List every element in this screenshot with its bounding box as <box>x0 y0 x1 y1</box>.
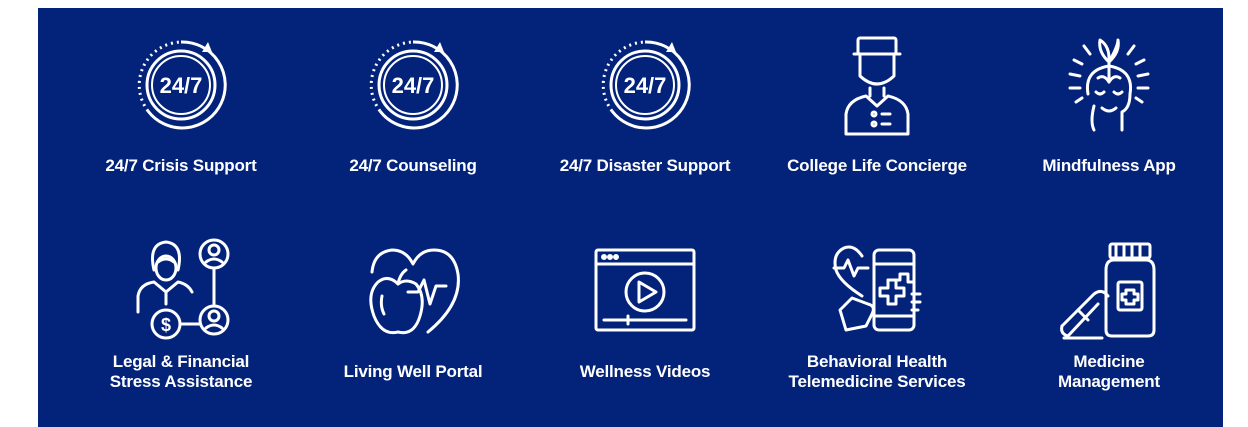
service-label: 24/7 Crisis Support <box>105 156 257 175</box>
badge-24-7: 24/7 <box>160 73 203 98</box>
service-label-line: Stress Assistance <box>109 372 253 391</box>
concierge-icon <box>822 30 932 140</box>
service-tile-crisis-support: 24/7 24/7 Crisis Support <box>68 30 294 176</box>
badge-24-7: 24/7 <box>624 73 667 98</box>
medicine-bottle-icon <box>1054 234 1164 344</box>
service-label-line: Telemedicine Services <box>788 372 966 391</box>
legal-financial-icon: $ <box>126 234 236 344</box>
service-tile-counseling: 24/7 24/7 Counseling <box>300 30 526 176</box>
service-label-line: Management <box>1058 372 1160 391</box>
service-label: Medicine Management <box>996 352 1222 392</box>
service-tile-medicine-management: Medicine Management <box>996 234 1222 392</box>
service-label: Mindfulness App <box>1042 156 1176 175</box>
service-tile-mindfulness-app: Mindfulness App <box>996 30 1222 176</box>
mindful-head-icon <box>1054 30 1164 140</box>
service-label: Legal & Financial Stress Assistance <box>68 352 294 392</box>
service-tile-wellness-videos: Wellness Videos <box>532 234 758 382</box>
service-tile-disaster-support: 24/7 24/7 Disaster Support <box>532 30 758 176</box>
service-tile-living-well-portal: Living Well Portal <box>300 234 526 382</box>
video-player-icon <box>590 234 700 344</box>
clock-24-7-icon: 24/7 <box>126 30 236 140</box>
svg-text:$: $ <box>161 315 171 335</box>
clock-24-7-icon: 24/7 <box>590 30 700 140</box>
service-label: 24/7 Counseling <box>349 156 477 175</box>
service-label: 24/7 Disaster Support <box>559 156 731 175</box>
clock-24-7-icon: 24/7 <box>358 30 468 140</box>
telemedicine-icon <box>822 234 932 344</box>
service-label: Living Well Portal <box>343 362 483 381</box>
services-panel: 24/7 24/7 Crisis Support 24/7 24/7 Couns… <box>38 8 1223 427</box>
badge-24-7: 24/7 <box>392 73 435 98</box>
service-label-line: Medicine <box>1073 352 1145 371</box>
service-label: Wellness Videos <box>579 362 711 381</box>
service-label-line: Legal & Financial <box>112 352 250 371</box>
service-tile-telemedicine: Behavioral Health Telemedicine Services <box>764 234 990 392</box>
heart-apple-icon <box>358 234 468 344</box>
service-tile-legal-financial: $ Legal & Financial Stress Assistance <box>68 234 294 392</box>
service-label: Behavioral Health Telemedicine Services <box>764 352 990 392</box>
service-tile-college-life-concierge: College Life Concierge <box>764 30 990 176</box>
service-label-line: Behavioral Health <box>806 352 948 371</box>
service-label: College Life Concierge <box>787 156 967 175</box>
